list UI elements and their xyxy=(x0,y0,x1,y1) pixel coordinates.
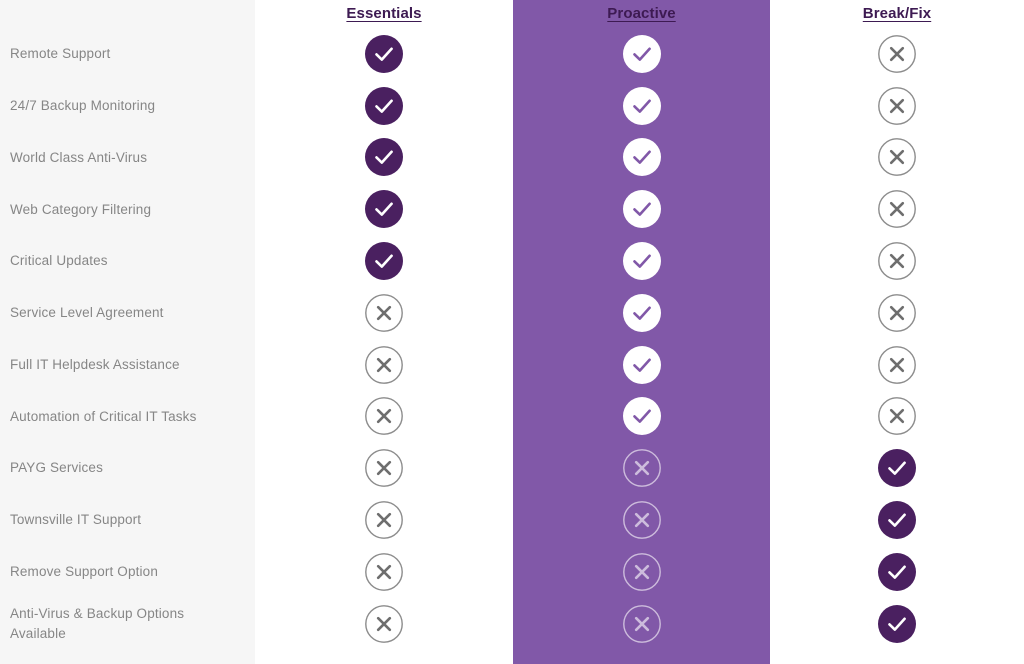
cross-icon xyxy=(622,449,661,488)
check-icon xyxy=(622,138,661,177)
cross-icon xyxy=(365,552,403,591)
cell-essentials xyxy=(255,183,513,235)
cross-icon xyxy=(878,138,916,177)
cross-icon xyxy=(622,604,661,643)
comparison-grid: Essentials Proactive Break/Fix Remote Suppo… xyxy=(0,0,1024,664)
check-icon xyxy=(622,86,661,125)
check-icon xyxy=(622,34,661,73)
cross-icon xyxy=(878,293,916,332)
cell-breakfix xyxy=(770,287,1024,339)
cell-breakfix xyxy=(770,28,1024,80)
check-icon xyxy=(622,293,661,332)
cross-icon xyxy=(878,345,916,384)
cross-icon xyxy=(365,293,403,332)
cell-breakfix xyxy=(770,546,1024,598)
feature-label: 24/7 Backup Monitoring xyxy=(10,97,156,113)
feature-label: Remote Support xyxy=(10,46,111,62)
cell-proactive xyxy=(513,287,770,339)
feature-label: World Class Anti-Virus xyxy=(10,149,148,165)
cell-proactive xyxy=(513,80,770,132)
cell-proactive xyxy=(513,598,770,650)
cross-icon xyxy=(878,190,916,229)
feature-column-header xyxy=(0,0,255,28)
cell-proactive xyxy=(513,132,770,184)
feature-label: Web Category Filtering xyxy=(10,201,152,217)
check-icon xyxy=(622,242,661,281)
feature-label: PAYG Services xyxy=(10,460,103,476)
cell-essentials xyxy=(255,391,513,443)
cell-breakfix xyxy=(770,339,1024,391)
cell-proactive xyxy=(513,235,770,287)
check-icon xyxy=(878,449,916,488)
cell-breakfix xyxy=(770,183,1024,235)
cell-essentials xyxy=(255,598,513,650)
cross-icon xyxy=(622,501,661,539)
cell-essentials xyxy=(255,28,513,80)
cross-icon xyxy=(365,501,403,539)
cell-essentials xyxy=(255,546,513,598)
feature-label: Remove Support Option xyxy=(10,564,158,580)
column-header-essentials[interactable]: Essentials xyxy=(255,0,513,28)
check-icon xyxy=(365,190,403,229)
cell-breakfix xyxy=(770,391,1024,443)
cell-breakfix xyxy=(770,442,1024,494)
feature-label: Service Level Agreement xyxy=(10,305,164,321)
feature-label: Anti-Virus & Backup Options Available xyxy=(10,606,185,641)
cell-essentials xyxy=(255,287,513,339)
cross-icon xyxy=(365,604,403,643)
column-header-breakfix[interactable]: Break/Fix xyxy=(770,0,1024,28)
check-icon xyxy=(365,242,403,281)
cell-essentials xyxy=(255,339,513,391)
check-icon xyxy=(365,86,403,125)
feature-label: Townsville IT Support xyxy=(10,512,142,528)
cell-breakfix xyxy=(770,132,1024,184)
plan-comparison-table: Essentials Proactive Break/Fix Remote Suppo… xyxy=(0,0,1024,664)
cross-icon xyxy=(878,34,916,73)
cell-essentials xyxy=(255,235,513,287)
check-icon xyxy=(878,552,916,591)
check-icon xyxy=(622,397,661,436)
cross-icon xyxy=(365,397,403,436)
feature-label: Critical Updates xyxy=(10,253,108,269)
cell-breakfix xyxy=(770,494,1024,546)
check-icon xyxy=(622,190,661,229)
cell-proactive xyxy=(513,183,770,235)
cross-icon xyxy=(365,345,403,384)
check-icon xyxy=(365,138,403,177)
cell-essentials xyxy=(255,132,513,184)
cell-proactive xyxy=(513,391,770,443)
cell-breakfix xyxy=(770,80,1024,132)
cell-proactive xyxy=(513,28,770,80)
check-icon xyxy=(622,345,661,384)
cross-icon xyxy=(878,242,916,280)
cell-essentials xyxy=(255,442,513,494)
cell-breakfix xyxy=(770,598,1024,650)
check-icon xyxy=(878,604,916,643)
cell-breakfix xyxy=(770,235,1024,287)
feature-label: Automation of Critical IT Tasks xyxy=(10,408,197,424)
cell-proactive xyxy=(513,546,770,598)
cell-proactive xyxy=(513,494,770,546)
cell-proactive xyxy=(513,339,770,391)
cell-essentials xyxy=(255,80,513,132)
feature-label: Full IT Helpdesk Assistance xyxy=(10,356,180,372)
cell-proactive xyxy=(513,442,770,494)
check-icon xyxy=(878,501,916,540)
cell-essentials xyxy=(255,494,513,546)
cross-icon xyxy=(622,552,661,591)
check-icon xyxy=(365,34,403,73)
cross-icon xyxy=(878,397,916,436)
cross-icon xyxy=(365,449,403,488)
cross-icon xyxy=(878,86,916,125)
column-header-proactive[interactable]: Proactive xyxy=(513,0,770,28)
